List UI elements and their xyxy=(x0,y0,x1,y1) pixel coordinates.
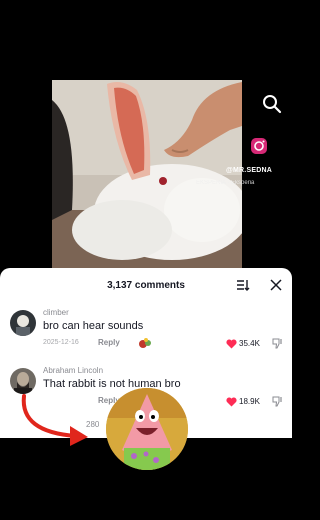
like-count: 35.4K xyxy=(239,339,260,348)
red-arrow-annotation xyxy=(21,394,88,446)
patrick-sticker-image xyxy=(106,388,188,470)
comment-username[interactable]: Abraham Lincoln xyxy=(43,366,103,375)
sort-icon[interactable] xyxy=(236,279,250,291)
reaction-sticker xyxy=(106,388,188,470)
comment-username[interactable]: climber xyxy=(43,308,69,317)
reply-button[interactable]: Reply xyxy=(98,338,120,347)
emoji-icon xyxy=(139,338,151,348)
instagram-icon[interactable] xyxy=(250,137,268,155)
heart-icon[interactable] xyxy=(226,397,237,407)
avatar[interactable] xyxy=(10,368,36,394)
close-icon[interactable] xyxy=(270,279,282,291)
video-sub-watermark: EKSPERIA · Eksperia xyxy=(196,180,255,186)
video-handle-watermark: @MR.SEDNA xyxy=(226,167,272,174)
avatar[interactable] xyxy=(10,310,36,336)
dislike-icon[interactable] xyxy=(272,338,283,349)
comments-header: 3,137 comments xyxy=(0,268,292,302)
comment-text: bro can hear sounds xyxy=(43,320,144,332)
avatar-image xyxy=(10,368,36,394)
video-player[interactable] xyxy=(52,80,242,268)
comment-item: climber bro can hear sounds 2025-12-16 R… xyxy=(0,304,292,354)
like-count: 18.9K xyxy=(239,397,260,406)
rabbit-video-frame xyxy=(52,80,242,268)
avatar-image xyxy=(10,310,36,336)
search-icon[interactable] xyxy=(262,94,282,114)
app-screen: @MR.SEDNA EKSPERIA · Eksperia 3,137 comm… xyxy=(0,0,292,520)
heart-icon[interactable] xyxy=(226,339,237,349)
dislike-icon[interactable] xyxy=(272,396,283,407)
comment-date: 2025-12-16 xyxy=(43,339,79,346)
comment-text: That rabbit is not human bro xyxy=(43,378,181,390)
